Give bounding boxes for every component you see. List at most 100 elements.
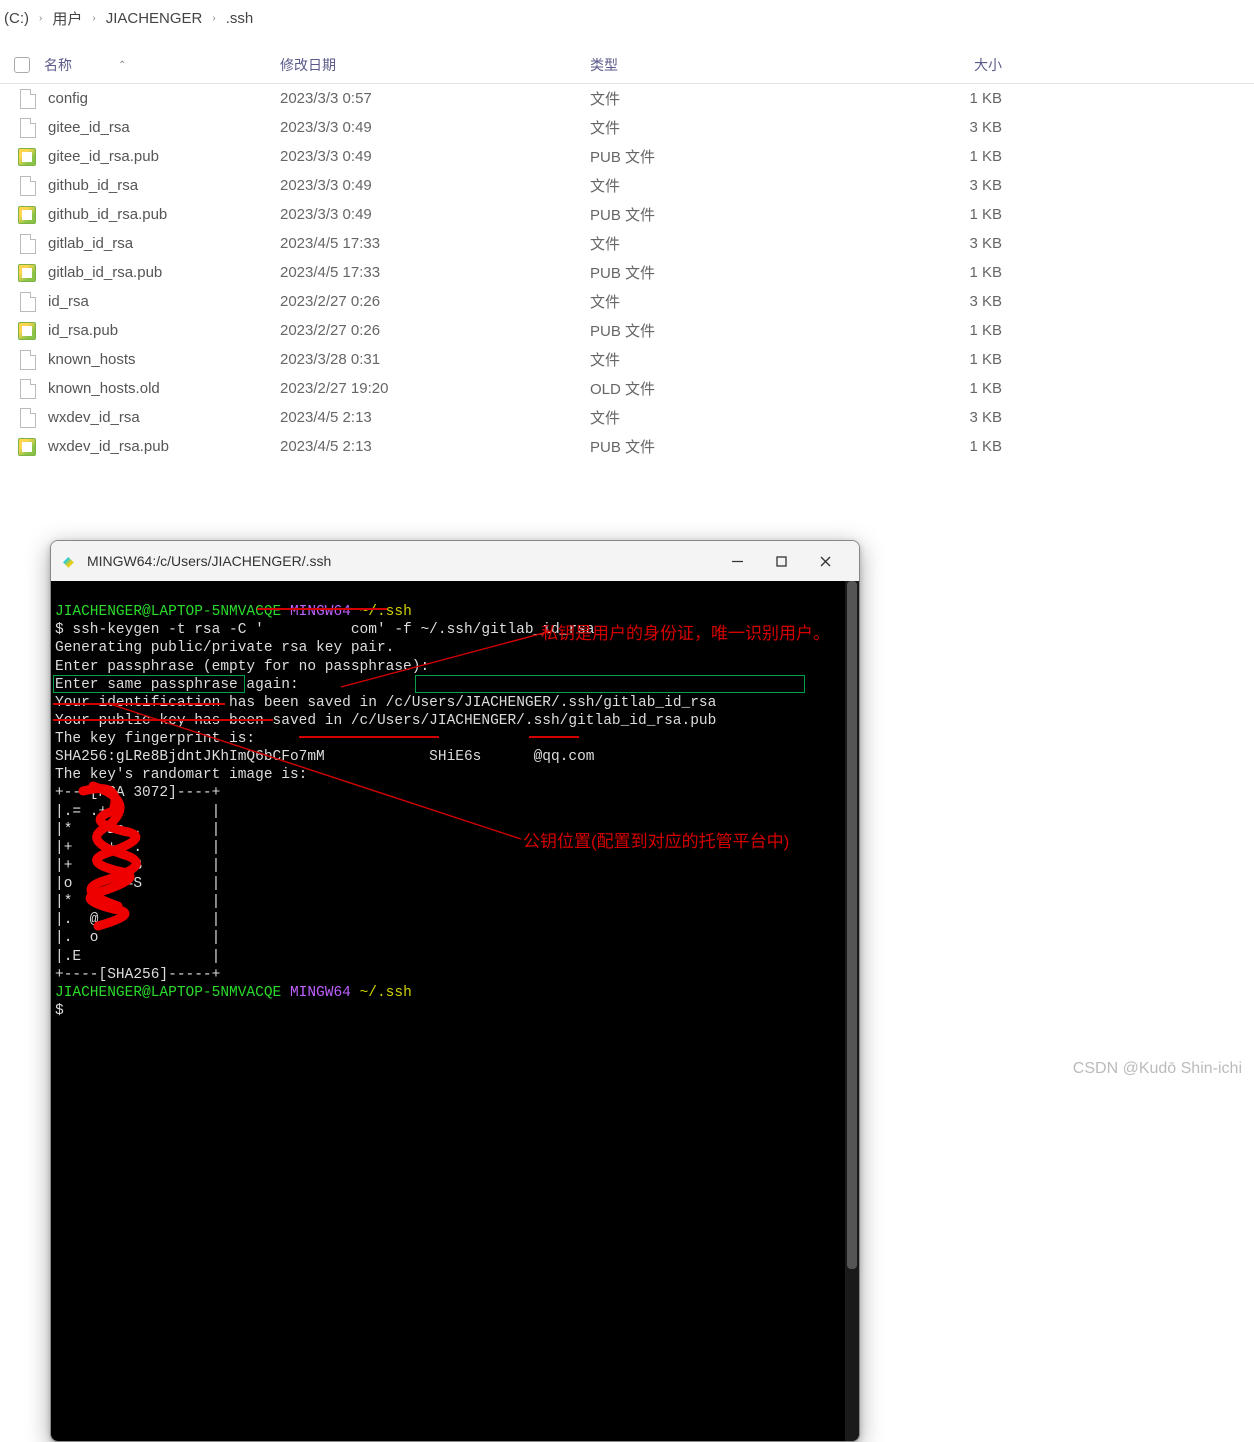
select-all-checkbox[interactable]	[14, 57, 30, 73]
file-type: PUB 文件	[590, 436, 856, 457]
file-row[interactable]: id_rsa.pub2023/2/27 0:26PUB 文件1 KB	[0, 316, 1254, 345]
redaction-line	[257, 608, 387, 610]
file-date: 2023/3/3 0:49	[280, 148, 590, 165]
file-row[interactable]: config2023/3/3 0:57文件1 KB	[0, 84, 1254, 113]
file-date: 2023/2/27 19:20	[280, 380, 590, 397]
pub-file-icon	[18, 206, 36, 224]
column-date[interactable]: 修改日期	[280, 55, 590, 75]
terminal-line: The key fingerprint is:	[55, 731, 255, 747]
prompt-path: ~/.ssh	[360, 985, 412, 1001]
file-type: 文件	[590, 291, 856, 312]
terminal-line: SHA256:gLRe8BjdntJKhImQ6bCFo7mM SHiE6s @…	[55, 749, 595, 765]
terminal-line: has been saved in	[229, 695, 377, 711]
file-name: wxdev_id_rsa.pub	[44, 438, 280, 455]
file-date: 2023/2/27 0:26	[280, 322, 590, 339]
file-date: 2023/3/3 0:57	[280, 90, 590, 107]
file-icon	[20, 118, 36, 138]
file-name: config	[44, 90, 280, 107]
file-row[interactable]: gitee_id_rsa.pub2023/3/3 0:49PUB 文件1 KB	[0, 142, 1254, 171]
redaction-line	[53, 703, 225, 705]
file-name: known_hosts.old	[44, 380, 280, 397]
file-row[interactable]: github_id_rsa.pub2023/3/3 0:49PUB 文件1 KB	[0, 200, 1254, 229]
redaction-line	[529, 736, 579, 738]
file-name: gitlab_id_rsa	[44, 235, 280, 252]
terminal-line: Enter passphrase (empty for no passphras…	[55, 659, 429, 675]
terminal-line: /c/Users/JIACHENGER/.ssh/gitlab_id_rsa	[386, 695, 717, 711]
prompt-path: ~/.ssh	[360, 604, 412, 620]
terminal-line: $	[55, 1003, 72, 1019]
file-row[interactable]: id_rsa2023/2/27 0:26文件3 KB	[0, 287, 1254, 316]
file-name: wxdev_id_rsa	[44, 409, 280, 426]
file-size: 1 KB	[856, 322, 1010, 339]
file-row[interactable]: gitlab_id_rsa.pub2023/4/5 17:33PUB 文件1 K…	[0, 258, 1254, 287]
file-name: known_hosts	[44, 351, 280, 368]
file-icon	[20, 408, 36, 428]
breadcrumb-item[interactable]: (C:)	[4, 10, 29, 27]
file-date: 2023/2/27 0:26	[280, 293, 590, 310]
prompt-user: JIACHENGER@LAPTOP-5NMVACQE	[55, 604, 281, 620]
app-icon	[63, 553, 79, 569]
file-icon	[20, 89, 36, 109]
file-name: github_id_rsa	[44, 177, 280, 194]
terminal-line: |.E |	[55, 949, 220, 965]
chevron-right-icon: ›	[212, 13, 215, 24]
file-type: 文件	[590, 88, 856, 109]
file-row[interactable]: gitlab_id_rsa2023/4/5 17:33文件3 KB	[0, 229, 1254, 258]
minimize-button[interactable]	[715, 547, 759, 575]
scrollbar-thumb[interactable]	[847, 581, 857, 1269]
close-button[interactable]	[803, 547, 847, 575]
terminal-line: Generating public/private rsa key pair.	[55, 640, 394, 656]
redaction-line	[53, 719, 273, 721]
file-type: PUB 文件	[590, 320, 856, 341]
terminal-body[interactable]: JIACHENGER@LAPTOP-5NMVACQE MINGW64 ~/.ss…	[51, 581, 859, 1441]
file-size: 3 KB	[856, 409, 1010, 426]
prompt-user: JIACHENGER@LAPTOP-5NMVACQE	[55, 985, 281, 1001]
pub-file-icon	[18, 438, 36, 456]
file-icon	[20, 176, 36, 196]
file-size: 1 KB	[856, 90, 1010, 107]
file-date: 2023/3/3 0:49	[280, 206, 590, 223]
pub-file-icon	[18, 264, 36, 282]
column-type[interactable]: 类型	[590, 55, 856, 75]
file-type: PUB 文件	[590, 204, 856, 225]
breadcrumb[interactable]: (C:) › 用户 › JIACHENGER › .ssh	[0, 0, 1254, 37]
file-date: 2023/3/28 0:31	[280, 351, 590, 368]
file-icon	[20, 379, 36, 399]
file-type: OLD 文件	[590, 378, 856, 399]
file-type: 文件	[590, 349, 856, 370]
breadcrumb-item[interactable]: 用户	[52, 8, 82, 29]
file-size: 1 KB	[856, 264, 1010, 281]
file-row[interactable]: wxdev_id_rsa2023/4/5 2:13文件3 KB	[0, 403, 1254, 432]
file-size: 3 KB	[856, 235, 1010, 252]
file-size: 1 KB	[856, 351, 1010, 368]
file-date: 2023/4/5 17:33	[280, 264, 590, 281]
file-row[interactable]: known_hosts.old2023/2/27 19:20OLD 文件1 KB	[0, 374, 1254, 403]
file-date: 2023/4/5 17:33	[280, 235, 590, 252]
maximize-button[interactable]	[759, 547, 803, 575]
file-name: github_id_rsa.pub	[44, 206, 280, 223]
scribble-icon	[63, 781, 173, 941]
pub-file-icon	[18, 148, 36, 166]
annotation-note: 私钥是用户的身份证，唯一识别用户。	[541, 623, 830, 644]
file-name: id_rsa.pub	[44, 322, 280, 339]
file-type: 文件	[590, 233, 856, 254]
file-type: 文件	[590, 117, 856, 138]
file-list: config2023/3/3 0:57文件1 KBgitee_id_rsa202…	[0, 84, 1254, 461]
file-type: PUB 文件	[590, 262, 856, 283]
breadcrumb-item[interactable]: .ssh	[226, 10, 254, 27]
prompt-env: MINGW64	[290, 985, 351, 1001]
annotation-note: 公钥位置(配置到对应的托管平台中)	[523, 831, 789, 852]
file-row[interactable]: wxdev_id_rsa.pub2023/4/5 2:13PUB 文件1 KB	[0, 432, 1254, 461]
terminal-window: MINGW64:/c/Users/JIACHENGER/.ssh JIACHEN…	[50, 540, 860, 1442]
column-size[interactable]: 大小	[856, 55, 1010, 75]
breadcrumb-item[interactable]: JIACHENGER	[106, 10, 203, 27]
file-icon	[20, 234, 36, 254]
file-row[interactable]: github_id_rsa2023/3/3 0:49文件3 KB	[0, 171, 1254, 200]
file-row[interactable]: gitee_id_rsa2023/3/3 0:49文件3 KB	[0, 113, 1254, 142]
terminal-line: +----[SHA256]-----+	[55, 967, 220, 983]
file-row[interactable]: known_hosts2023/3/28 0:31文件1 KB	[0, 345, 1254, 374]
file-icon	[20, 292, 36, 312]
titlebar[interactable]: MINGW64:/c/Users/JIACHENGER/.ssh	[51, 541, 859, 581]
terminal-scrollbar[interactable]	[845, 581, 859, 1441]
column-name[interactable]: 名称 ⌃	[44, 55, 280, 75]
